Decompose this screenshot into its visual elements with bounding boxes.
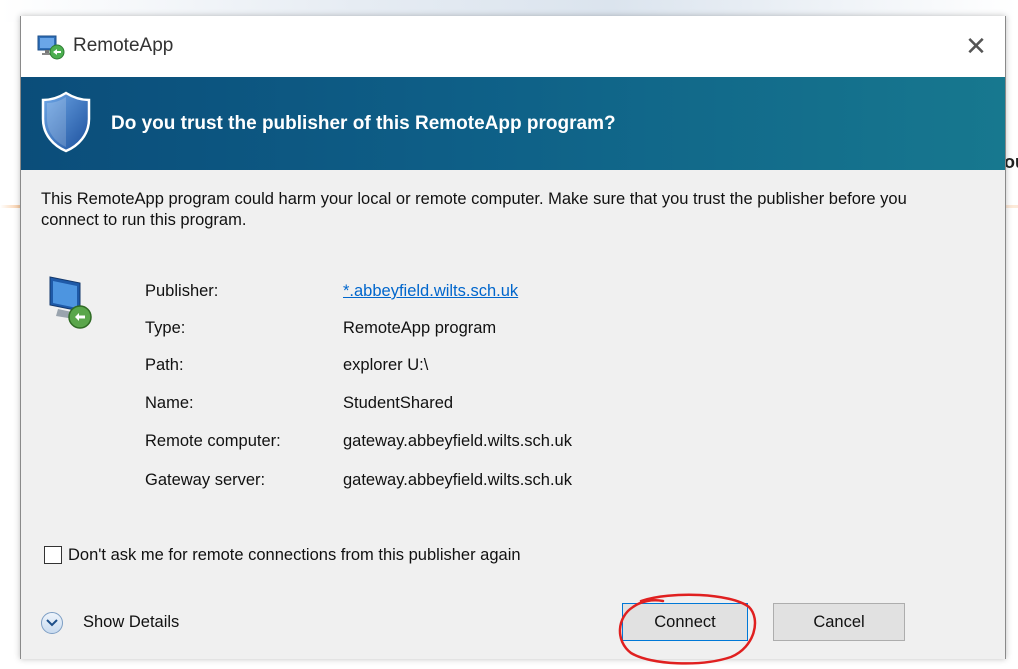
remoteapp-dialog: RemoteApp ✕ Do you trust the publisher o… [20, 16, 1006, 665]
remote-computer-label: Remote computer: [145, 432, 281, 450]
close-icon: ✕ [965, 31, 987, 61]
shield-icon [41, 91, 91, 153]
path-value: explorer U:\ [343, 356, 429, 374]
show-details-label[interactable]: Show Details [83, 613, 179, 632]
background-text-fragment: ou [1004, 152, 1018, 172]
title-bar: RemoteApp ✕ [21, 16, 1005, 77]
chevron-down-icon [46, 619, 58, 627]
dialog-title: RemoteApp [73, 35, 174, 56]
trust-banner: Do you trust the publisher of this Remot… [21, 77, 1005, 170]
name-label: Name: [145, 394, 194, 412]
computer-icon [49, 276, 92, 329]
warning-text: This RemoteApp program could harm your l… [41, 190, 907, 229]
dont-ask-checkbox[interactable] [44, 546, 62, 564]
gateway-server-value: gateway.abbeyfield.wilts.sch.uk [343, 471, 572, 489]
cancel-button[interactable]: Cancel [773, 603, 905, 641]
dont-ask-checkbox-label[interactable]: Don't ask me for remote connections from… [68, 546, 521, 565]
type-value: RemoteApp program [343, 319, 497, 337]
path-label: Path: [145, 356, 184, 374]
name-value: StudentShared [343, 394, 454, 412]
publisher-link[interactable]: *.abbeyfield.wilts.sch.uk [343, 282, 518, 301]
banner-heading: Do you trust the publisher of this Remot… [111, 113, 616, 134]
type-label: Type: [145, 319, 186, 337]
close-button[interactable]: ✕ [947, 16, 1005, 77]
publisher-label: Publisher: [145, 282, 219, 300]
connect-button[interactable]: Connect [622, 603, 748, 641]
show-details-toggle[interactable] [41, 612, 63, 634]
remoteapp-icon [37, 35, 65, 60]
gateway-server-label: Gateway server: [145, 471, 266, 489]
remote-computer-value: gateway.abbeyfield.wilts.sch.uk [343, 432, 572, 450]
